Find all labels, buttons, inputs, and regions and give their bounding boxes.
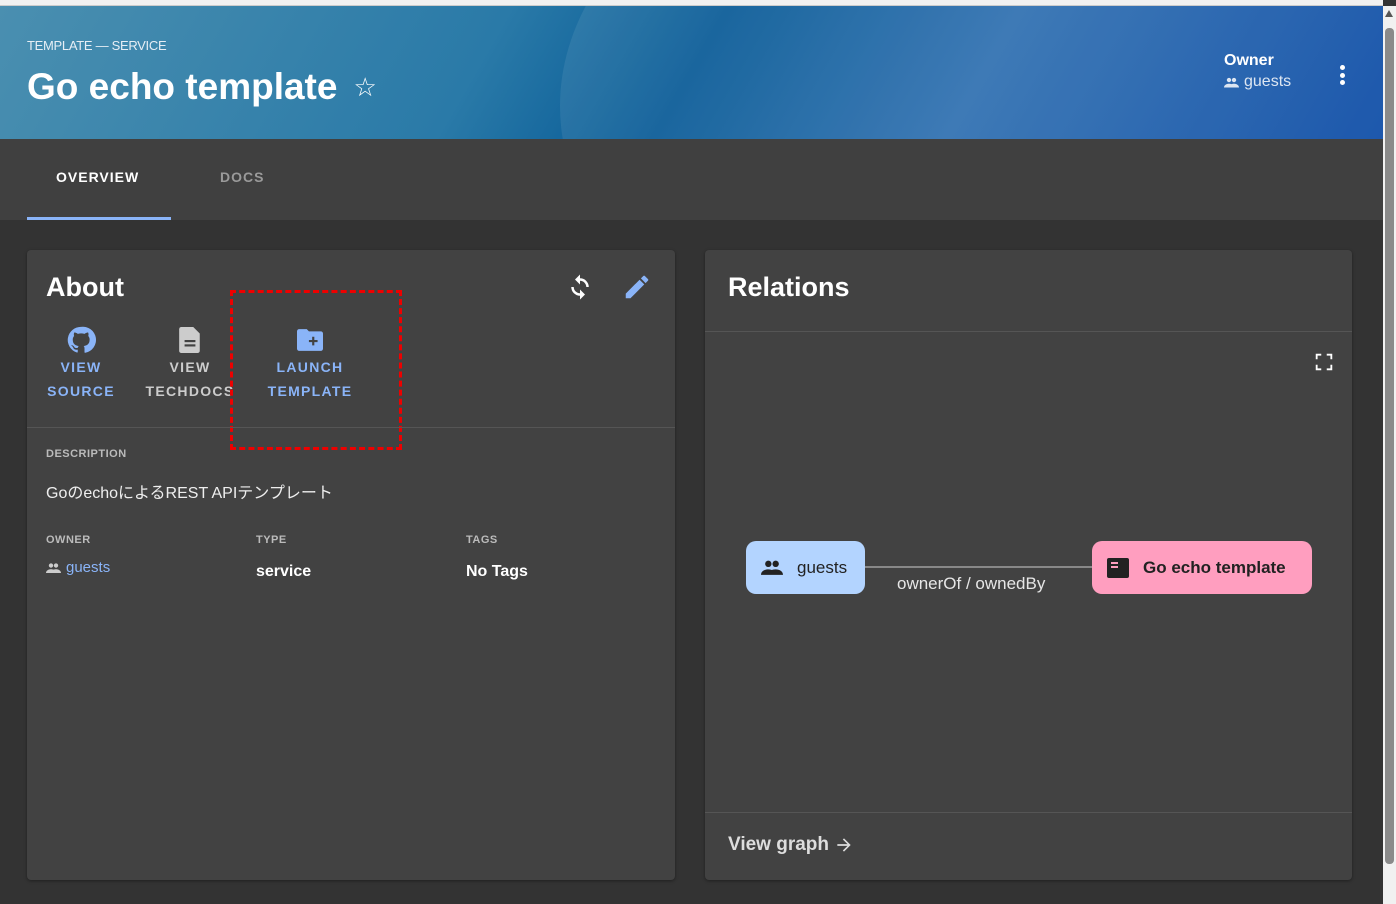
relations-top-divider [705,331,1352,332]
view-graph-link[interactable]: View graph [728,834,854,856]
header-owner: Owner guests [1224,52,1291,90]
owner-link[interactable]: guests [1224,73,1291,91]
relations-title: Relations [728,272,850,302]
view-techdocs-line1: VIEW [169,359,211,375]
edit-pencil-icon[interactable] [622,272,652,302]
owner-field-label: OWNER [46,534,91,546]
active-tab-indicator [27,217,171,220]
graph-node-template-label: Go echo template [1143,557,1286,577]
description-text: GoのechoによるREST APIテンプレート [46,485,333,502]
owner-value: guests [1244,73,1292,90]
about-card: About VIEW SOURCE VIEW TECHDOCS LAUNCH T… [27,250,675,880]
type-label: TYPE [256,534,287,546]
view-source-line2: SOURCE [47,383,115,399]
view-techdocs-line2: TECHDOCS [145,383,235,399]
arrow-right-icon [837,838,851,852]
description-label: DESCRIPTION [46,448,127,460]
favorite-star-icon[interactable]: ☆ [353,72,376,103]
relations-card: Relations ownerOf / ownedBy guests Go ec… [705,250,1352,880]
graph-node-go-echo-template[interactable]: Go echo template [1092,541,1312,594]
tab-bar: OVERVIEW DOCS [0,139,1383,220]
tags-value: No Tags [466,563,528,580]
view-source-line1: VIEW [60,359,102,375]
page-title: Go echo template ☆ [27,66,377,108]
group-icon [46,562,61,573]
component-icon [1107,557,1129,578]
owner-field-link[interactable]: guests [46,559,110,576]
group-icon [761,560,783,575]
entity-kind: TEMPLATE — SERVICE [27,38,167,53]
relation-edge-line [865,566,1095,568]
tags-label: TAGS [466,534,498,546]
relations-bottom-divider [705,812,1352,813]
view-source-link[interactable]: VIEW SOURCE [27,325,135,403]
page-title-text: Go echo template [27,66,338,107]
vertical-scrollbar[interactable] [1383,6,1396,904]
scroll-up-arrow-icon[interactable] [1385,10,1393,17]
tab-docs[interactable]: DOCS [220,169,264,185]
about-divider [27,427,675,428]
about-title: About [46,272,124,302]
view-techdocs-link[interactable]: VIEW TECHDOCS [135,325,245,403]
graph-node-guests-label: guests [797,557,848,577]
owner-field-value: guests [66,559,111,576]
highlight-annotation-box [230,290,402,450]
group-icon [1224,77,1239,87]
graph-node-guests[interactable]: guests [746,541,865,594]
owner-label: Owner [1224,52,1274,69]
type-value: service [256,563,312,580]
document-icon [179,327,200,353]
tab-overview[interactable]: OVERVIEW [56,169,139,185]
github-icon [67,326,96,353]
more-options-icon[interactable] [1334,62,1350,88]
scrollbar-thumb[interactable] [1385,28,1394,864]
view-graph-label: View graph [728,834,830,855]
relation-edge-label: ownerOf / ownedBy [897,574,1046,593]
page-header: TEMPLATE — SERVICE Go echo template ☆ Ow… [0,6,1383,139]
fullscreen-icon[interactable] [1313,351,1335,373]
refresh-icon[interactable] [565,272,595,302]
